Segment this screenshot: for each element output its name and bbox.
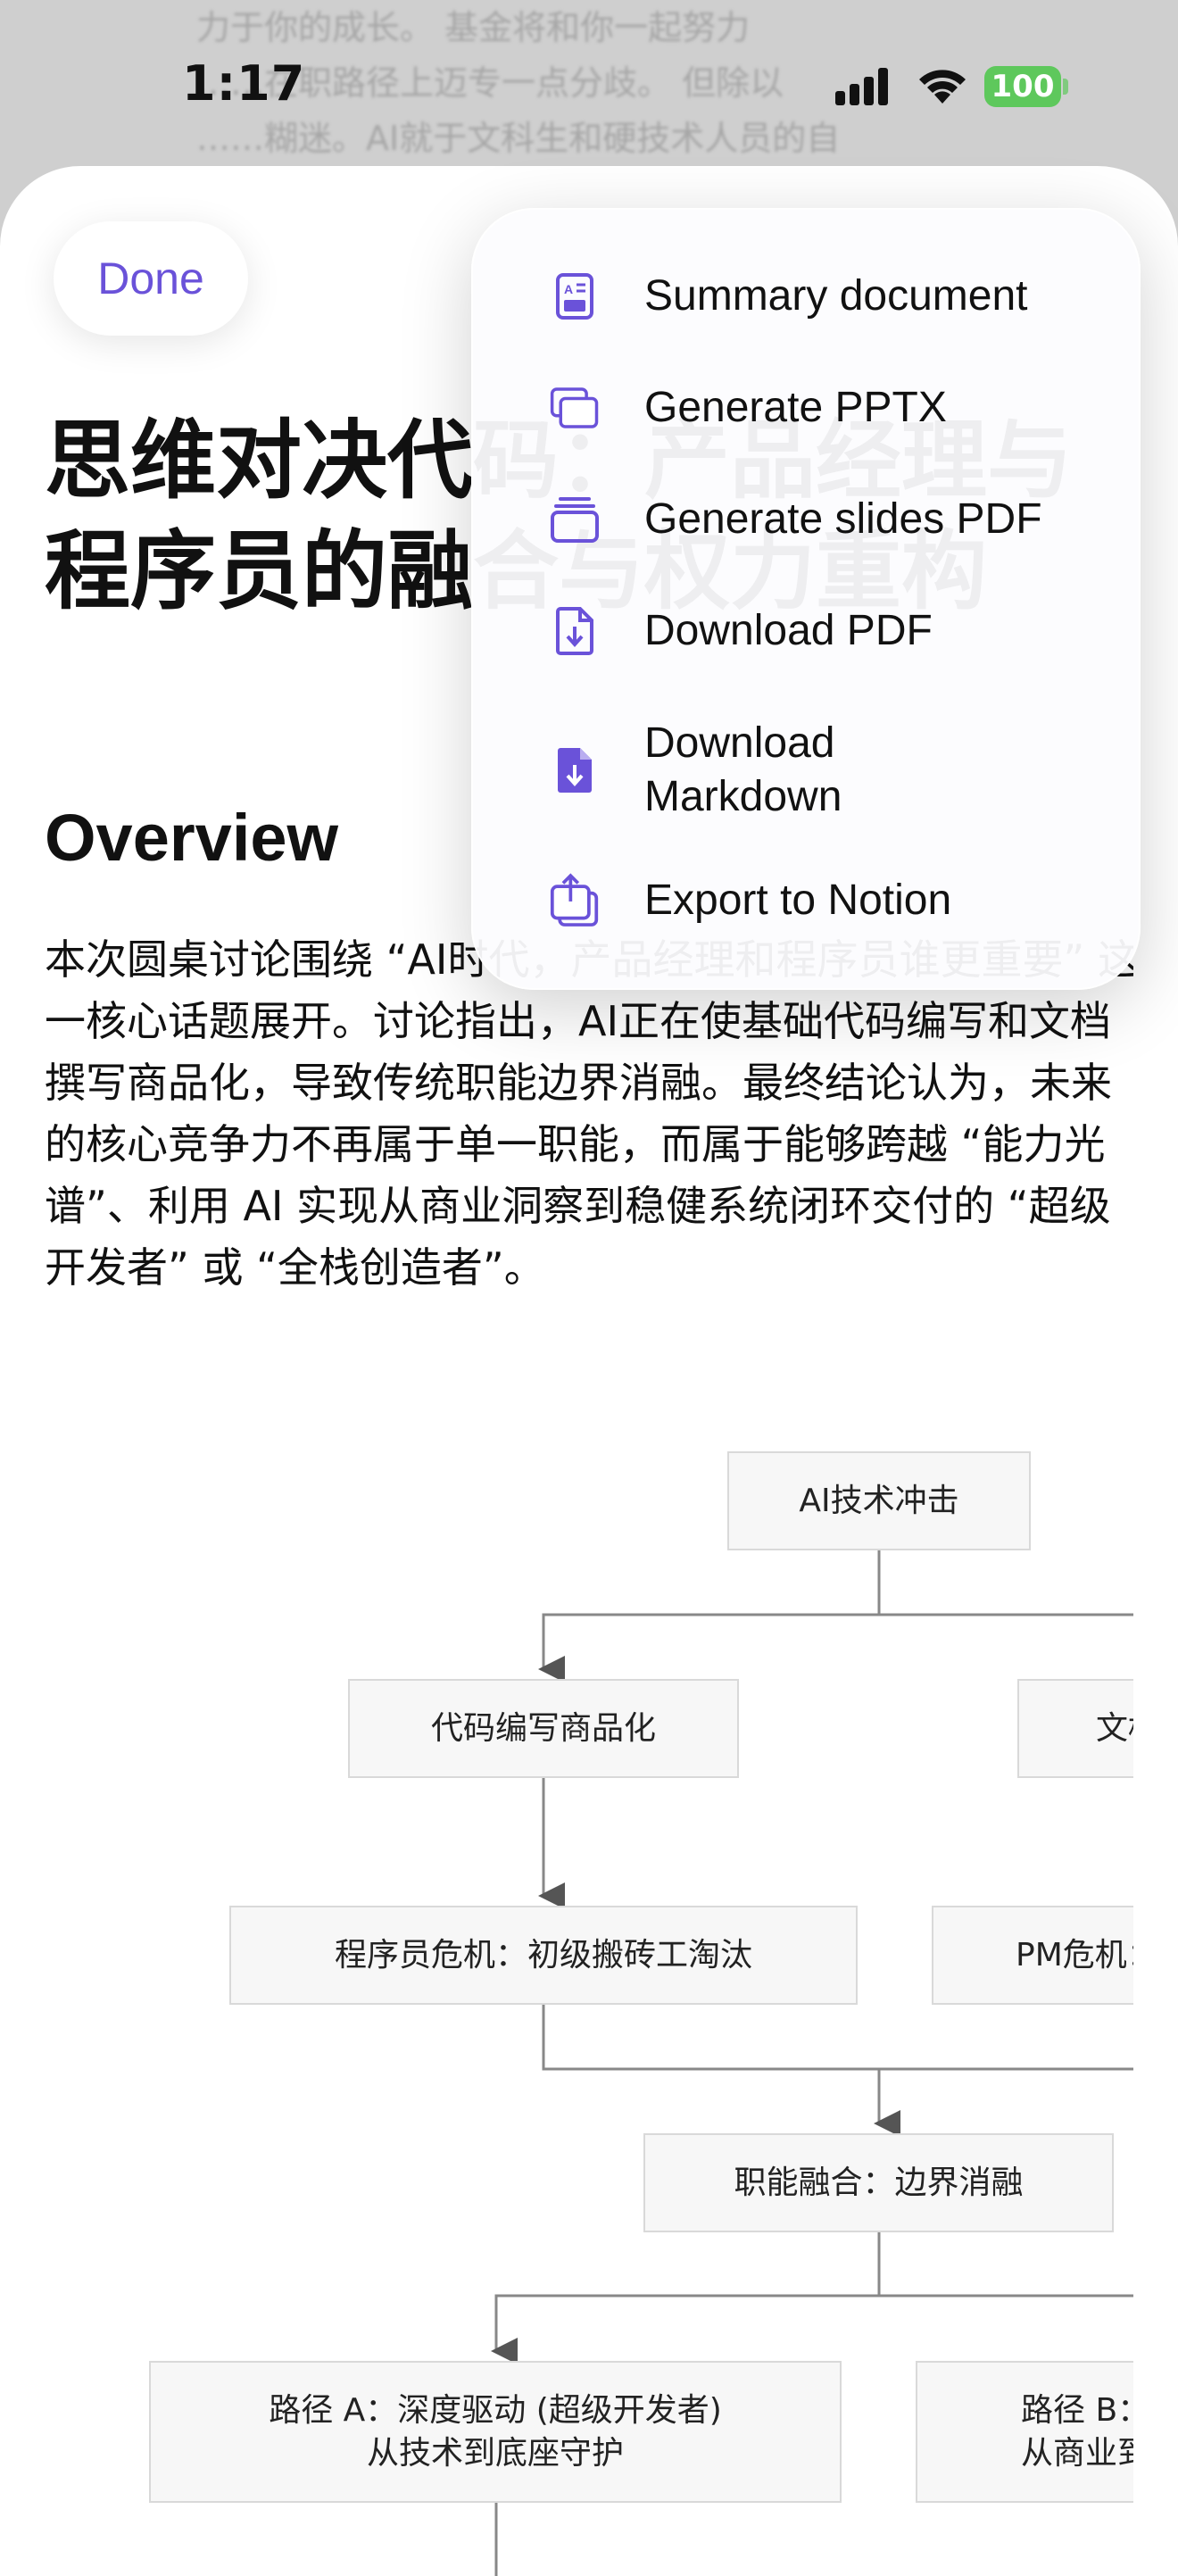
slides-pdf-icon <box>550 494 600 544</box>
connector-line <box>542 2005 900 2137</box>
menu-item-generate-slides-pdf[interactable]: Generate slides PDF <box>473 484 1139 555</box>
menu-item-download-pdf[interactable]: Download PDF <box>473 595 1139 667</box>
menu-item-label: Download PDF <box>644 607 933 654</box>
flow-node: 职能融合：边界消融 <box>643 2133 1114 2232</box>
markdown-icon <box>550 745 600 795</box>
battery-icon: 100 <box>984 66 1061 107</box>
menu-item-label: Generate PPTX <box>644 384 947 431</box>
menu-item-export-to-notion[interactable]: Export to Notion <box>473 865 1139 936</box>
menu-item-label: Summary document <box>644 272 1028 320</box>
export-action-menu: A Summary document Generate PPTX Generat… <box>471 208 1141 990</box>
download-pdf-icon <box>550 606 600 656</box>
menu-item-generate-pptx[interactable]: Generate PPTX <box>473 372 1139 444</box>
connector-line <box>491 2232 881 2364</box>
cellular-signal-icon <box>835 66 894 105</box>
connector-line <box>538 1550 881 1683</box>
wifi-icon <box>919 70 966 104</box>
svg-text:A: A <box>564 282 573 296</box>
flow-node: 路径 A：深度驱动 (超级开发者) 从技术到底座守护 <box>149 2361 842 2503</box>
flow-node: 代码编写商品化 <box>348 1679 739 1778</box>
menu-item-label: Generate slides PDF <box>644 495 1042 543</box>
menu-item-download-markdown[interactable]: Download Markdown <box>473 713 1139 827</box>
summary-document-icon: A <box>550 271 600 321</box>
notion-export-icon <box>550 873 600 927</box>
menu-item-summary-document[interactable]: A Summary document <box>473 261 1139 332</box>
right-margin <box>1133 880 1178 2576</box>
pptx-icon <box>550 383 600 433</box>
flow-node: AI技术冲击 <box>727 1451 1031 1550</box>
status-time: 1:17 <box>182 55 306 112</box>
battery-tip <box>1063 79 1068 95</box>
menu-item-label: Export to Notion <box>644 877 952 924</box>
menu-item-label: Download Markdown <box>644 719 842 820</box>
flow-node: 程序员危机：初级搬砖工淘汰 <box>229 1906 858 2005</box>
status-bar: 力于你的成长。 基金将和你一起努力 ……在职路径上迈专一点分歧。 但除以 ……糊… <box>0 0 1178 170</box>
